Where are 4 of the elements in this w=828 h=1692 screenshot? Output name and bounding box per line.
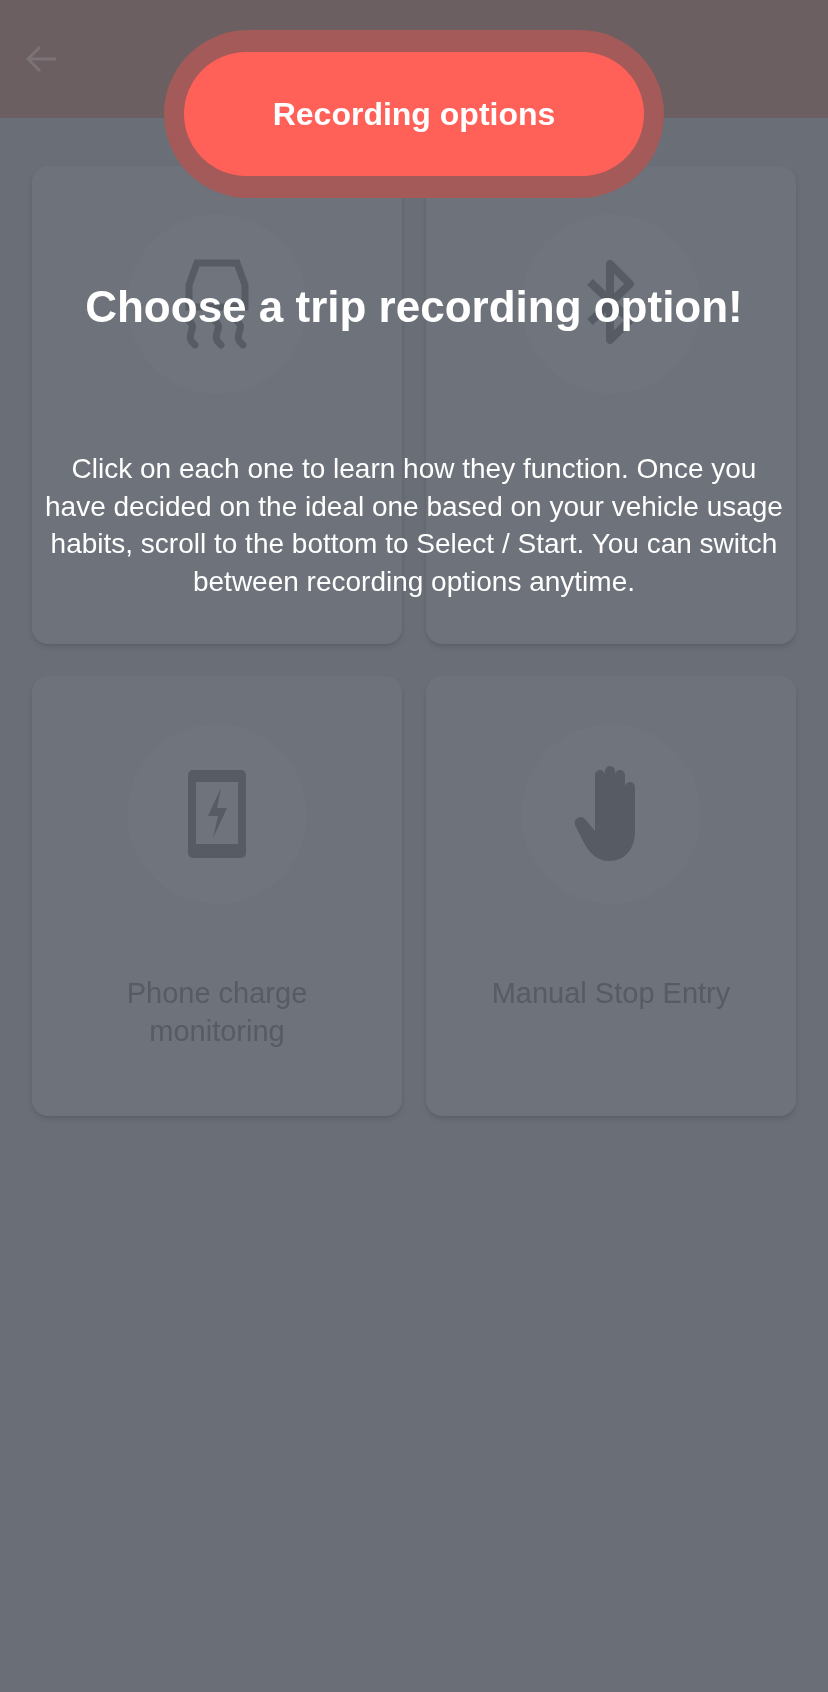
recording-options-button[interactable]: Recording options: [184, 52, 644, 176]
tour-description: Click on each one to learn how they function. Once you have decided on the ideal one based on your vehicle usage habits, scroll to the bottom to Select / Start. You can switch between recording options anytime.: [44, 452, 784, 599]
phone-charging-icon: [188, 770, 246, 858]
tour-title: Choose a trip recording option!: [85, 282, 743, 332]
